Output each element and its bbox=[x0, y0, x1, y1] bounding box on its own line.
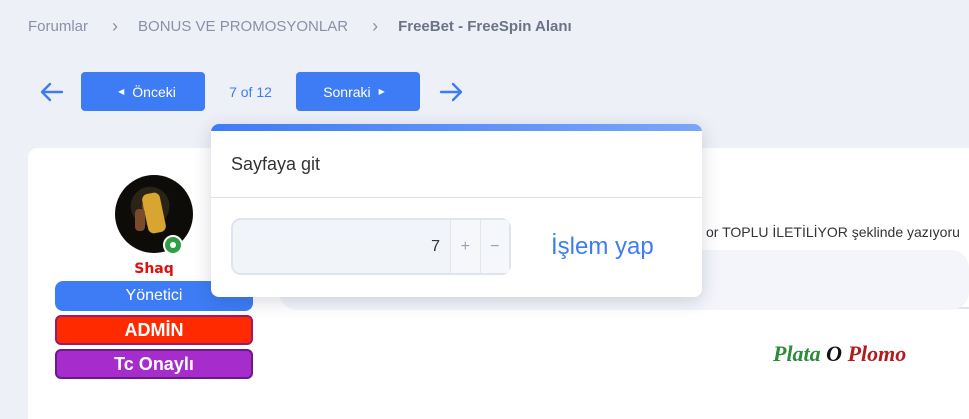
prev-page-button[interactable]: ◀ Önceki bbox=[81, 72, 205, 111]
signature: Plata O Plomo bbox=[773, 341, 906, 367]
goto-page-popup: Sayfaya git + − İşlem yap bbox=[211, 124, 702, 297]
signature-word-2: O bbox=[826, 341, 843, 366]
page-indicator: 7 of 12 bbox=[229, 83, 272, 100]
go-button[interactable]: İşlem yap bbox=[551, 233, 654, 261]
breadcrumb-forums[interactable]: Forumlar bbox=[28, 18, 88, 35]
increment-button[interactable]: + bbox=[450, 220, 480, 273]
caret-right-icon: ▶ bbox=[378, 87, 385, 96]
verified-badge: Tc Onaylı bbox=[55, 349, 253, 379]
caret-left-icon: ◀ bbox=[118, 87, 125, 96]
post-message-text: or TOPLU İLETİLİYOR şeklinde yazıyoru bbox=[706, 224, 960, 240]
signature-word-3: Plomo bbox=[847, 341, 907, 366]
signature-word-1: Plata bbox=[773, 341, 821, 366]
next-page-button[interactable]: Sonraki ▶ bbox=[296, 72, 420, 111]
popup-accent-bar bbox=[211, 124, 702, 131]
chevron-right-icon: › bbox=[372, 16, 379, 36]
decrement-button[interactable]: − bbox=[479, 220, 509, 273]
page-number-stepper: + − bbox=[231, 218, 511, 275]
page-number-input[interactable] bbox=[233, 220, 450, 273]
online-status-icon bbox=[163, 235, 183, 255]
arrow-right-icon[interactable] bbox=[437, 73, 465, 111]
breadcrumb-current[interactable]: FreeBet - FreeSpin Alanı bbox=[398, 18, 572, 35]
breadcrumb: Forumlar › BONUS VE PROMOSYONLAR › FreeB… bbox=[28, 16, 572, 37]
next-page-label: Sonraki bbox=[323, 83, 371, 100]
breadcrumb-bonus[interactable]: BONUS VE PROMOSYONLAR bbox=[138, 18, 348, 35]
arrow-left-icon[interactable] bbox=[38, 73, 66, 111]
popup-body: + − İşlem yap bbox=[211, 198, 702, 295]
avatar[interactable] bbox=[115, 175, 193, 255]
avatar-figure-2 bbox=[135, 209, 145, 231]
popup-title: Sayfaya git bbox=[211, 131, 702, 198]
chevron-right-icon: › bbox=[112, 16, 119, 36]
admin-badge: ADMİN bbox=[55, 315, 253, 345]
username[interactable]: Shaq bbox=[134, 261, 174, 277]
prev-page-label: Önceki bbox=[132, 83, 176, 100]
pagination: ◀ Önceki 7 of 12 Sonraki ▶ bbox=[38, 72, 465, 111]
